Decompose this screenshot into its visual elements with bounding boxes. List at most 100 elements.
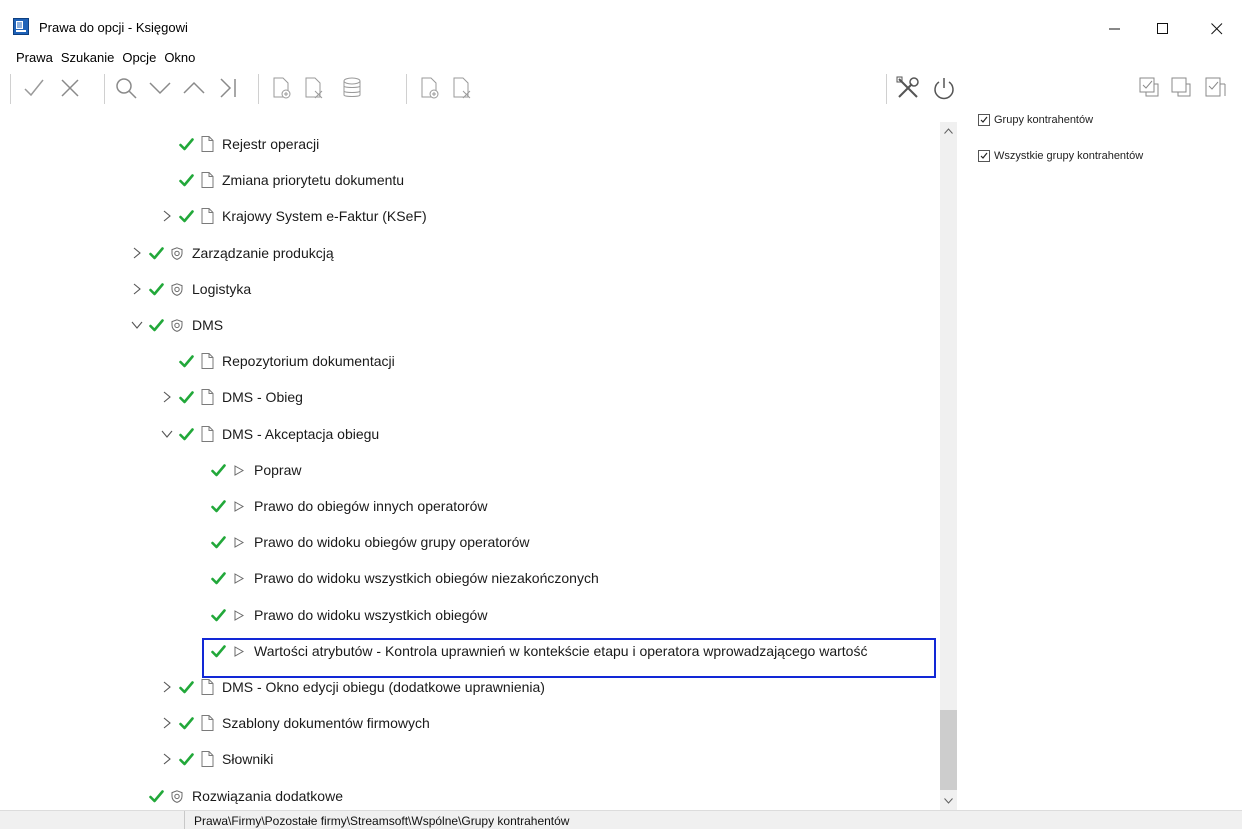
green-check-icon[interactable] bbox=[178, 680, 194, 694]
tree-row[interactable]: Prawo do widoku wszystkich obiegów nieza… bbox=[192, 566, 599, 590]
green-check-icon[interactable] bbox=[210, 535, 226, 549]
minimize-button[interactable] bbox=[1092, 13, 1138, 45]
tree-row-label: Logistyka bbox=[192, 281, 252, 297]
green-check-icon[interactable] bbox=[210, 499, 226, 513]
tree-row-label: Zarządzanie produkcją bbox=[192, 245, 334, 261]
chevron-right-icon[interactable] bbox=[160, 752, 174, 766]
chevron-down-icon[interactable] bbox=[146, 74, 174, 102]
checkbox[interactable] bbox=[978, 114, 990, 126]
close-button[interactable] bbox=[1194, 13, 1240, 45]
maximize-button[interactable] bbox=[1140, 13, 1186, 45]
chevron-right-icon[interactable] bbox=[130, 246, 144, 260]
scroll-up-arrow[interactable] bbox=[940, 122, 957, 139]
scrollbar-thumb[interactable] bbox=[940, 710, 957, 790]
menu-prawa[interactable]: Prawa bbox=[0, 47, 57, 69]
tree-row[interactable]: Repozytorium dokumentacji bbox=[160, 349, 395, 373]
remove-document-icon[interactable] bbox=[300, 74, 328, 102]
expander-placeholder bbox=[192, 499, 206, 513]
green-check-icon[interactable] bbox=[178, 390, 194, 404]
tree-row[interactable]: Słowniki bbox=[160, 747, 273, 771]
green-check-icon[interactable] bbox=[210, 608, 226, 622]
tree-row[interactable]: Zarządzanie produkcją bbox=[130, 241, 334, 265]
tree-row[interactable]: Rejestr operacji bbox=[160, 132, 319, 156]
green-check-icon[interactable] bbox=[210, 463, 226, 477]
tree-row[interactable]: Popraw bbox=[192, 458, 301, 482]
chevron-down-icon[interactable] bbox=[130, 318, 144, 332]
permissions-tree[interactable]: Rejestr operacji Zmiana priorytetu dokume… bbox=[10, 108, 940, 808]
chevron-right-icon[interactable] bbox=[160, 680, 174, 694]
tree-row-label: Prawo do obiegów innych operatorów bbox=[254, 498, 488, 514]
green-check-icon[interactable] bbox=[210, 571, 226, 585]
option-wszystkie-grupy[interactable]: Wszystkie grupy kontrahentów bbox=[978, 150, 1143, 162]
green-check-icon[interactable] bbox=[148, 282, 164, 296]
green-check-icon[interactable] bbox=[178, 716, 194, 730]
database-icon[interactable] bbox=[338, 74, 366, 102]
tree-row[interactable]: Prawo do widoku obiegów grupy operatorów bbox=[192, 530, 530, 554]
action-icon bbox=[232, 607, 246, 623]
chevron-right-icon[interactable] bbox=[160, 209, 174, 223]
chevron-up-icon[interactable] bbox=[180, 74, 208, 102]
add-document-icon[interactable] bbox=[416, 74, 444, 102]
tree-row-label: Prawo do widoku wszystkich obiegów nieza… bbox=[254, 570, 599, 586]
chevron-right-icon[interactable] bbox=[160, 716, 174, 730]
chevron-right-icon[interactable] bbox=[130, 282, 144, 296]
menu-opcje[interactable]: Opcje bbox=[118, 47, 160, 69]
green-check-icon[interactable] bbox=[148, 789, 164, 803]
tree-row-label: Prawo do widoku wszystkich obiegów bbox=[254, 607, 488, 623]
chevron-down-icon[interactable] bbox=[160, 427, 174, 441]
power-icon[interactable] bbox=[930, 74, 958, 102]
action-icon bbox=[232, 534, 246, 550]
vertical-scrollbar[interactable] bbox=[940, 122, 957, 810]
shield-icon bbox=[170, 245, 184, 261]
search-icon[interactable] bbox=[112, 74, 140, 102]
checkbox[interactable] bbox=[978, 150, 990, 162]
scroll-down-arrow[interactable] bbox=[940, 792, 957, 809]
check-page-icon[interactable] bbox=[1202, 74, 1230, 102]
document-icon bbox=[200, 426, 214, 442]
check-all-icon[interactable] bbox=[1136, 74, 1164, 102]
title-bar: Prawa do opcji - Księgowi bbox=[0, 0, 1242, 46]
tree-row-label: Rejestr operacji bbox=[222, 136, 320, 152]
green-check-icon[interactable] bbox=[178, 427, 194, 441]
green-check-icon[interactable] bbox=[178, 209, 194, 223]
tree-row[interactable]: Zmiana priorytetu dokumentu bbox=[160, 168, 404, 192]
expander-placeholder bbox=[130, 789, 144, 803]
green-check-icon[interactable] bbox=[178, 354, 194, 368]
green-check-icon[interactable] bbox=[178, 752, 194, 766]
tree-row-label: Słowniki bbox=[222, 751, 274, 767]
document-icon bbox=[200, 679, 214, 695]
tree-row[interactable]: Krajowy System e-Faktur (KSeF) bbox=[160, 204, 427, 228]
document-icon bbox=[200, 208, 214, 224]
jump-last-icon[interactable] bbox=[214, 74, 242, 102]
tree-row[interactable]: DMS - Akceptacja obiegu bbox=[160, 422, 379, 446]
green-check-icon[interactable] bbox=[148, 318, 164, 332]
tree-row[interactable]: Prawo do obiegów innych operatorów bbox=[192, 494, 487, 518]
document-icon bbox=[200, 353, 214, 369]
option-grupy-kontrahentow[interactable]: Grupy kontrahentów bbox=[978, 114, 1093, 126]
tree-row[interactable]: Prawo do widoku wszystkich obiegów bbox=[192, 603, 487, 627]
shield-icon bbox=[170, 281, 184, 297]
green-check-icon[interactable] bbox=[178, 173, 194, 187]
tree-row[interactable]: DMS - Okno edycji obiegu (dodatkowe upra… bbox=[160, 675, 545, 699]
uncheck-all-icon[interactable] bbox=[1168, 74, 1196, 102]
window-title: Prawa do opcji - Księgowi bbox=[39, 20, 188, 35]
tree-row-label: Prawo do widoku obiegów grupy operatorów bbox=[254, 534, 530, 550]
action-icon bbox=[232, 570, 246, 586]
tree-row-label: Repozytorium dokumentacji bbox=[222, 353, 395, 369]
tree-row[interactable]: Logistyka bbox=[130, 277, 251, 301]
tools-icon[interactable] bbox=[894, 74, 922, 102]
menu-okno[interactable]: Okno bbox=[160, 47, 199, 69]
check-icon[interactable] bbox=[20, 74, 48, 102]
tree-row[interactable]: Rozwiązania dodatkowe bbox=[130, 784, 343, 808]
green-check-icon[interactable] bbox=[178, 137, 194, 151]
app-icon bbox=[13, 18, 29, 35]
tree-row[interactable]: DMS - Obieg bbox=[160, 385, 303, 409]
remove-document-icon[interactable] bbox=[448, 74, 476, 102]
chevron-right-icon[interactable] bbox=[160, 390, 174, 404]
green-check-icon[interactable] bbox=[148, 246, 164, 260]
tree-row[interactable]: Szablony dokumentów firmowych bbox=[160, 711, 430, 735]
cross-icon[interactable] bbox=[56, 74, 84, 102]
tree-row[interactable]: DMS bbox=[130, 313, 223, 337]
add-document-icon[interactable] bbox=[268, 74, 296, 102]
menu-szukanie[interactable]: Szukanie bbox=[57, 47, 118, 69]
